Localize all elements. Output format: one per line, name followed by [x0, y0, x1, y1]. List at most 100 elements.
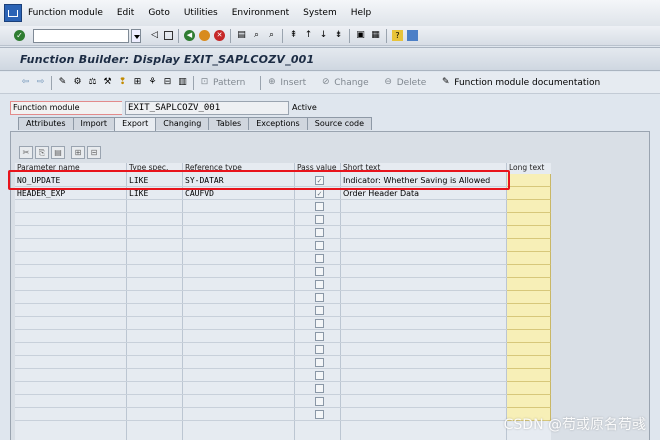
paste-icon[interactable]: ▤: [51, 146, 65, 159]
cell-type-spec[interactable]: [127, 408, 183, 421]
cell-type-spec[interactable]: [127, 369, 183, 382]
cell-short-text[interactable]: [341, 304, 507, 317]
pass-value-checkbox[interactable]: [315, 215, 324, 224]
cell-type-spec[interactable]: [127, 343, 183, 356]
cell-short-text[interactable]: [341, 317, 507, 330]
shortcut-icon[interactable]: ▦: [370, 30, 381, 41]
cell-parameter-name[interactable]: [15, 304, 127, 317]
cell-parameter-name[interactable]: [15, 200, 127, 213]
cell-parameter-name[interactable]: [15, 239, 127, 252]
long-text-button[interactable]: [507, 356, 551, 369]
cut-icon[interactable]: ✂: [19, 146, 33, 159]
table-row[interactable]: [15, 304, 551, 317]
long-text-button[interactable]: [507, 369, 551, 382]
cell-reference-type[interactable]: [183, 291, 295, 304]
cancel-icon[interactable]: ✕: [214, 30, 225, 41]
table-row[interactable]: [15, 343, 551, 356]
tab-changing[interactable]: Changing: [155, 117, 210, 130]
long-text-button[interactable]: [507, 265, 551, 278]
pass-value-checkbox[interactable]: [315, 397, 324, 406]
table-row[interactable]: [15, 356, 551, 369]
pass-value-checkbox[interactable]: [315, 332, 324, 341]
cell-reference-type[interactable]: [183, 213, 295, 226]
previous-page-icon[interactable]: ↑: [303, 30, 314, 41]
cell-type-spec[interactable]: [127, 356, 183, 369]
activate-icon[interactable]: ⚒: [102, 77, 113, 88]
table-row[interactable]: [15, 213, 551, 226]
cell-type-spec[interactable]: [127, 304, 183, 317]
help-icon[interactable]: ?: [392, 30, 403, 41]
cell-parameter-name[interactable]: [15, 226, 127, 239]
cell-reference-type[interactable]: [183, 343, 295, 356]
tab-source-code[interactable]: Source code: [306, 117, 373, 130]
pass-value-checkbox[interactable]: [315, 345, 324, 354]
long-text-button[interactable]: [507, 226, 551, 239]
cell-parameter-name[interactable]: [15, 382, 127, 395]
cell-parameter-name[interactable]: [15, 265, 127, 278]
table-row[interactable]: [15, 265, 551, 278]
cell-short-text[interactable]: [341, 395, 507, 408]
tab-exceptions[interactable]: Exceptions: [248, 117, 308, 130]
long-text-button[interactable]: [507, 291, 551, 304]
cell-type-spec[interactable]: [127, 291, 183, 304]
delete-button[interactable]: ⊖ Delete: [381, 77, 426, 88]
cell-type-spec[interactable]: [127, 395, 183, 408]
cell-short-text[interactable]: [341, 239, 507, 252]
insert-button[interactable]: ⊕ Insert: [264, 77, 306, 88]
long-text-button[interactable]: [507, 343, 551, 356]
column-header-long-text[interactable]: Long text: [507, 163, 551, 174]
cell-parameter-name[interactable]: [15, 395, 127, 408]
pattern-button[interactable]: ⊡ Pattern: [197, 77, 246, 88]
menu-environment[interactable]: Environment: [232, 8, 289, 18]
long-text-button[interactable]: [507, 395, 551, 408]
cell-type-spec[interactable]: [127, 278, 183, 291]
tab-export[interactable]: Export: [114, 117, 157, 131]
enter-check-icon[interactable]: ✓: [14, 30, 25, 41]
exit-icon[interactable]: [199, 30, 210, 41]
cell-type-spec[interactable]: [127, 317, 183, 330]
cell-reference-type[interactable]: [183, 317, 295, 330]
forward-arrow-icon[interactable]: ⇨: [35, 77, 46, 88]
cell-parameter-name[interactable]: [15, 356, 127, 369]
check-icon[interactable]: ⚖: [87, 77, 98, 88]
table-row[interactable]: [15, 330, 551, 343]
cell-parameter-name[interactable]: [15, 369, 127, 382]
cell-short-text[interactable]: [341, 200, 507, 213]
function-module-field[interactable]: EXIT_SAPLCOZV_001: [125, 101, 289, 115]
menu-function-module[interactable]: Function module: [28, 8, 103, 18]
back-arrow-icon[interactable]: ⇦: [20, 77, 31, 88]
cell-short-text[interactable]: [341, 291, 507, 304]
cell-short-text[interactable]: [341, 330, 507, 343]
change-button[interactable]: ⊘ Change: [318, 77, 369, 88]
find-next-icon[interactable]: ⌕: [266, 30, 277, 41]
cell-parameter-name[interactable]: [15, 330, 127, 343]
pass-value-checkbox[interactable]: [315, 319, 324, 328]
table-row[interactable]: [15, 226, 551, 239]
long-text-button[interactable]: [507, 239, 551, 252]
cell-short-text[interactable]: [341, 343, 507, 356]
cell-type-spec[interactable]: [127, 200, 183, 213]
menu-help[interactable]: Help: [351, 8, 372, 18]
command-history-dropdown[interactable]: [131, 28, 141, 43]
delete-row-icon[interactable]: ⊟: [87, 146, 101, 159]
other-object-icon[interactable]: ⚙: [72, 77, 83, 88]
cell-reference-type[interactable]: [183, 252, 295, 265]
cell-short-text[interactable]: [341, 278, 507, 291]
table-row[interactable]: [15, 395, 551, 408]
cell-type-spec[interactable]: [127, 213, 183, 226]
first-page-icon[interactable]: ⇞: [288, 30, 299, 41]
pass-value-checkbox[interactable]: [315, 306, 324, 315]
last-page-icon[interactable]: ⇟: [333, 30, 344, 41]
table-row[interactable]: [15, 382, 551, 395]
display-change-icon[interactable]: ✎: [57, 77, 68, 88]
function-module-documentation-button[interactable]: ✎ Function module documentation: [438, 77, 600, 88]
copy-icon[interactable]: ⎘: [35, 146, 49, 159]
next-page-icon[interactable]: ↓: [318, 30, 329, 41]
long-text-button[interactable]: [507, 213, 551, 226]
find-icon[interactable]: ⌕: [251, 30, 262, 41]
pass-value-checkbox[interactable]: ✓: [315, 189, 324, 198]
worklist-icon[interactable]: ▥: [177, 77, 188, 88]
long-text-button[interactable]: [507, 200, 551, 213]
table-row[interactable]: [15, 317, 551, 330]
menu-system[interactable]: System: [303, 8, 337, 18]
